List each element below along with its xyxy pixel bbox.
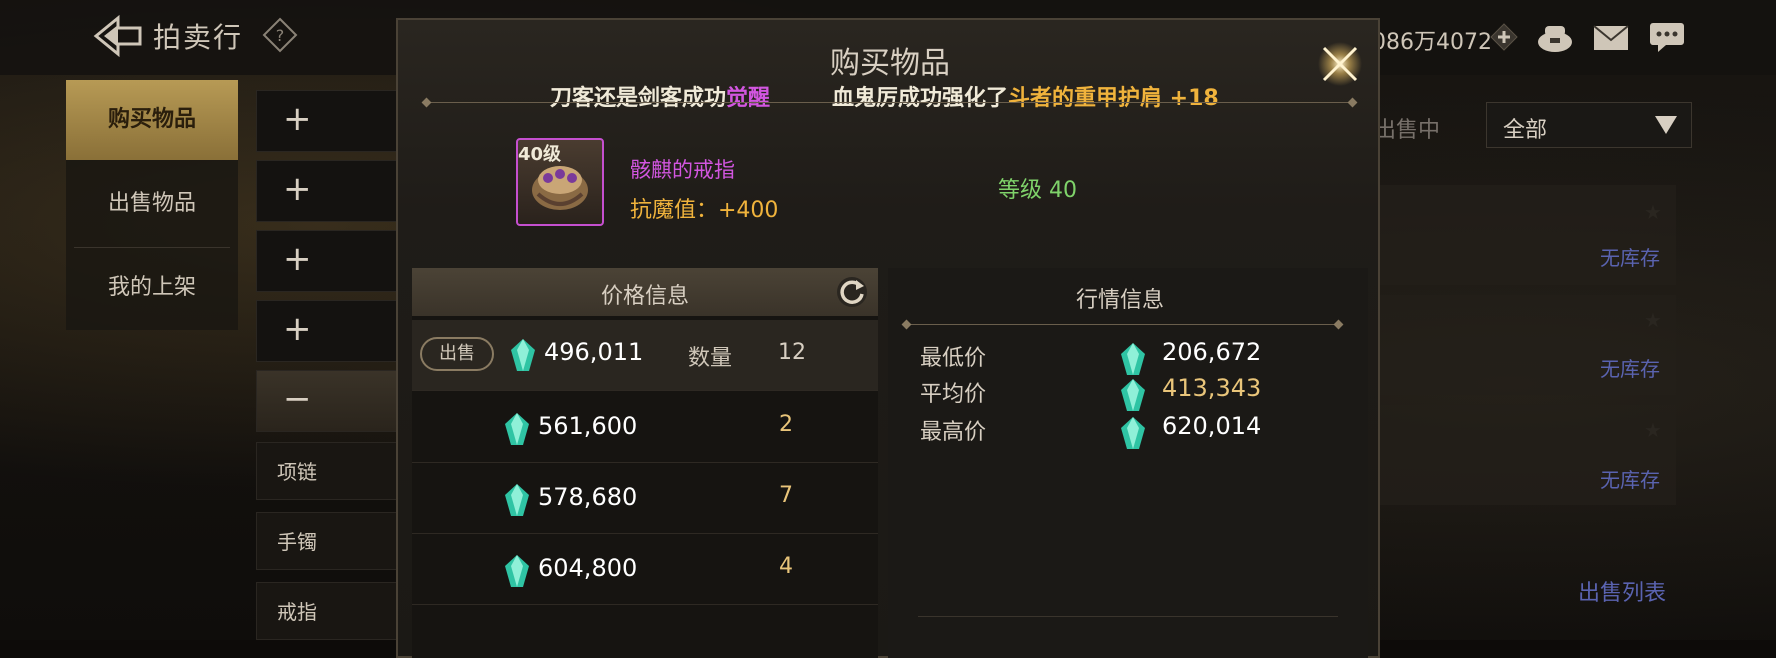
gem-icon (1121, 379, 1145, 411)
price-value: 604,800 (538, 554, 638, 582)
star-icon: ★ (1644, 200, 1662, 224)
price-value: 578,680 (538, 483, 638, 511)
gem-icon (511, 339, 535, 371)
quantity-value: 4 (779, 554, 793, 579)
average-price-value: 413,343 (1162, 374, 1262, 402)
nav-buy-items[interactable]: 购买物品 (66, 80, 238, 160)
buy-item-dialog: 购买物品 刀客还是剑客成功觉醒 血鬼厉成功强化了斗者的重甲护肩 +18 40级 … (396, 18, 1380, 658)
gem-icon (505, 413, 529, 445)
category-collapse-button[interactable]: − (256, 370, 408, 432)
price-row[interactable]: 578,680 7 (412, 463, 878, 534)
gem-icon (1121, 417, 1145, 449)
gem-icon (505, 555, 529, 587)
no-stock-label: 无库存 (1600, 246, 1660, 270)
star-icon: ★ (1644, 418, 1662, 442)
plus-icon: + (283, 169, 312, 209)
gem-icon (505, 484, 529, 516)
dialog-title: 购买物品 (830, 46, 950, 81)
add-currency-icon[interactable] (1490, 23, 1518, 51)
chat-icon[interactable] (1648, 20, 1686, 54)
help-icon[interactable]: ? (262, 17, 298, 53)
lowest-price-value: 206,672 (1162, 338, 1262, 366)
price-row[interactable]: 561,600 2 (412, 392, 878, 463)
filter-dropdown[interactable]: 全部 (1486, 102, 1692, 148)
category-expand-button[interactable]: + (256, 160, 408, 222)
category-ring[interactable]: 戒指 (256, 582, 406, 640)
nav-sell-items[interactable]: 出售物品 (66, 164, 238, 244)
quantity-value: 2 (779, 412, 793, 437)
svg-text:?: ? (276, 26, 285, 45)
highest-price-value: 620,014 (1162, 412, 1262, 440)
category-necklace[interactable]: 项链 (256, 442, 406, 500)
lowest-price-label: 最低价 (920, 346, 987, 371)
chevron-down-icon (1655, 116, 1677, 134)
plus-icon: + (283, 309, 312, 349)
quantity-value: 7 (779, 483, 793, 508)
nav-my-listings[interactable]: 我的上架 (66, 248, 238, 328)
sell-list-link[interactable]: 出售列表 (1578, 575, 1666, 607)
average-price-label: 平均价 (920, 382, 987, 407)
item-level-badge: 40级 (518, 144, 562, 165)
mail-icon[interactable] (1592, 20, 1630, 54)
bag-icon[interactable] (1536, 20, 1574, 54)
divider (918, 616, 1338, 617)
plus-icon: + (283, 239, 312, 279)
divider (426, 102, 1352, 103)
category-expand-button[interactable]: + (256, 230, 408, 292)
divider (906, 324, 1338, 325)
price-info-title: 价格信息 (600, 284, 689, 309)
page-title: 拍卖行 (153, 21, 244, 54)
category-expand-button[interactable]: + (256, 300, 408, 362)
category-expand-button[interactable]: + (256, 90, 408, 152)
broadcast-ticker: 刀客还是剑客成功觉醒 血鬼厉成功强化了斗者的重甲护肩 +18 (398, 78, 1382, 114)
no-stock-label: 无库存 (1600, 468, 1660, 492)
category-bracelet[interactable]: 手镯 (256, 512, 406, 570)
plus-icon: + (283, 99, 312, 139)
item-stat: 抗魔值：+400 (630, 198, 779, 223)
price-value: 561,600 (538, 412, 638, 440)
price-row[interactable]: 604,800 4 (412, 534, 878, 605)
market-info-panel (888, 268, 1368, 658)
sell-tag[interactable]: 出售 (420, 337, 494, 371)
market-info-title: 行情信息 (1075, 288, 1164, 313)
highest-price-label: 最高价 (920, 420, 987, 445)
price-value: 496,011 (544, 338, 644, 366)
currency-amount: 086万4072 (1372, 30, 1492, 55)
quantity-value: 12 (778, 340, 806, 365)
broadcast-message: 刀客还是剑客成功觉醒 (550, 86, 771, 111)
broadcast-message: 血鬼厉成功强化了斗者的重甲护肩 +18 (832, 86, 1219, 111)
item-name: 骸麒的戒指 (630, 158, 735, 182)
item-required-level: 等级 40 (998, 178, 1077, 203)
price-row[interactable]: 出售 496,011 数量 12 (412, 320, 878, 391)
filter-value: 全部 (1503, 118, 1548, 143)
price-info-header: 价格信息 (412, 268, 878, 316)
refresh-icon[interactable] (834, 274, 870, 310)
quantity-label: 数量 (688, 346, 733, 371)
gem-icon (1121, 343, 1145, 375)
no-stock-label: 无库存 (1600, 357, 1660, 381)
minus-icon: − (283, 379, 312, 419)
star-icon: ★ (1644, 308, 1662, 332)
back-arrow-icon[interactable] (92, 12, 142, 60)
on-sale-label: 出售中 (1374, 118, 1441, 143)
